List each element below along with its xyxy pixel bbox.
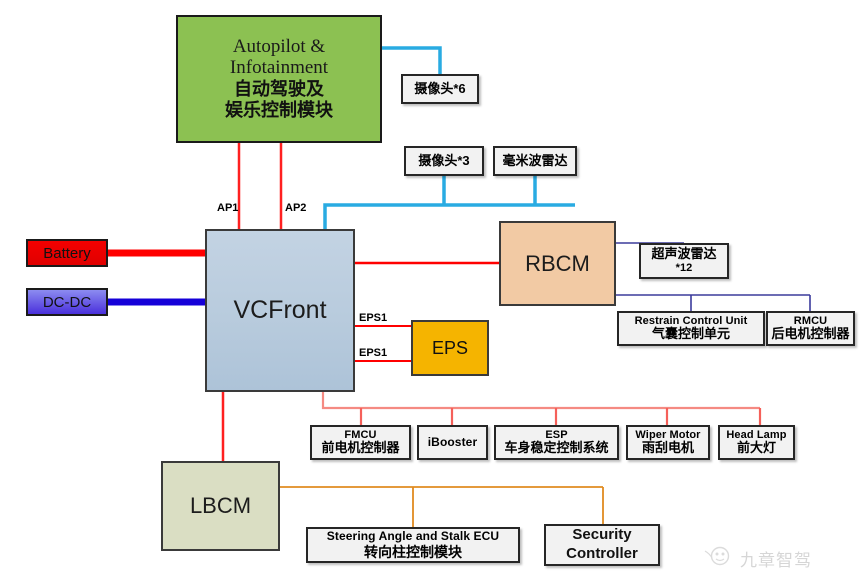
vcfront-label: VCFront [233,296,327,324]
security-line2: Controller [566,545,638,562]
autopilot-cn-line2: 娱乐控制模块 [225,100,333,121]
esp-cn-label: 车身稳定控制系统 [504,440,609,456]
port-label-eps1-upper: EPS1 [359,312,388,324]
port-label-ap2: AP2 [285,202,307,214]
smiley-face-logo-icon [704,546,730,566]
link-autopilot-camera6 [382,46,442,74]
node-dc-dc[interactable]: DC-DC [26,288,108,316]
node-vcfront[interactable]: VCFront [205,229,355,392]
steering-en-label: Steering Angle and Stalk ECU [326,529,500,544]
node-rbcm[interactable]: RBCM [499,221,616,306]
steering-cn-label: 转向柱控制模块 [364,543,462,560]
rcu-cn-label: 气囊控制单元 [651,326,730,342]
node-rmcu[interactable]: RMCU 后电机控制器 [766,311,855,346]
node-mmwave-radar[interactable]: 毫米波雷达 [493,146,577,176]
rbcm-label: RBCM [525,250,590,276]
node-battery[interactable]: Battery [26,239,108,267]
headlamp-cn-label: 前大灯 [736,440,776,456]
node-camera-x6[interactable]: 摄像头*6 [401,74,479,104]
watermark: 九章智驾 [703,542,855,574]
battery-label: Battery [43,244,91,262]
node-ibooster[interactable]: iBooster [417,425,488,460]
bus-salmon-ecus [321,392,760,410]
ultrasonic-count: *12 [675,262,693,275]
node-steering-angle-stalk-ecu[interactable]: Steering Angle and Stalk ECU 转向柱控制模块 [306,527,520,563]
port-label-ap1: AP1 [217,202,239,214]
autopilot-en-line2: Infotainment [229,57,329,79]
node-ultrasonic-radar[interactable]: 超声波雷达 *12 [639,243,729,279]
node-camera-x3[interactable]: 摄像头*3 [404,146,484,176]
node-fmcu[interactable]: FMCU 前电机控制器 [310,425,411,460]
node-wiper-motor[interactable]: Wiper Motor 雨刮电机 [626,425,710,460]
dcdc-label: DC-DC [42,293,92,311]
node-restrain-control-unit[interactable]: Restrain Control Unit 气囊控制单元 [617,311,765,346]
autopilot-en-line1: Autopilot & [232,36,326,58]
security-line1: Security [572,526,632,544]
wiper-cn-label: 雨刮电机 [641,440,694,456]
watermark-text: 九章智驾 [740,550,812,570]
ultrasonic-label: 超声波雷达 [651,246,717,262]
fmcu-cn-label: 前电机控制器 [321,440,400,456]
autopilot-cn-line1: 自动驾驶及 [234,78,324,99]
node-autopilot-infotainment[interactable]: Autopilot & Infotainment 自动驾驶及 娱乐控制模块 [176,15,382,143]
camera6-label: 摄像头*6 [414,80,466,96]
node-eps[interactable]: EPS [411,320,489,376]
ibooster-label: iBooster [427,434,478,449]
camera3-label: 摄像头*3 [418,152,470,168]
lbcm-label: LBCM [189,493,252,518]
node-security-controller[interactable]: Security Controller [544,524,660,566]
node-esp[interactable]: ESP 车身稳定控制系统 [494,425,619,460]
mmwave-radar-label: 毫米波雷达 [502,152,568,168]
port-label-eps1-lower: EPS1 [359,347,388,359]
rmcu-cn-label: 后电机控制器 [771,326,850,342]
node-lbcm[interactable]: LBCM [161,461,280,551]
node-head-lamp[interactable]: Head Lamp 前大灯 [718,425,795,460]
eps-label: EPS [431,337,469,358]
